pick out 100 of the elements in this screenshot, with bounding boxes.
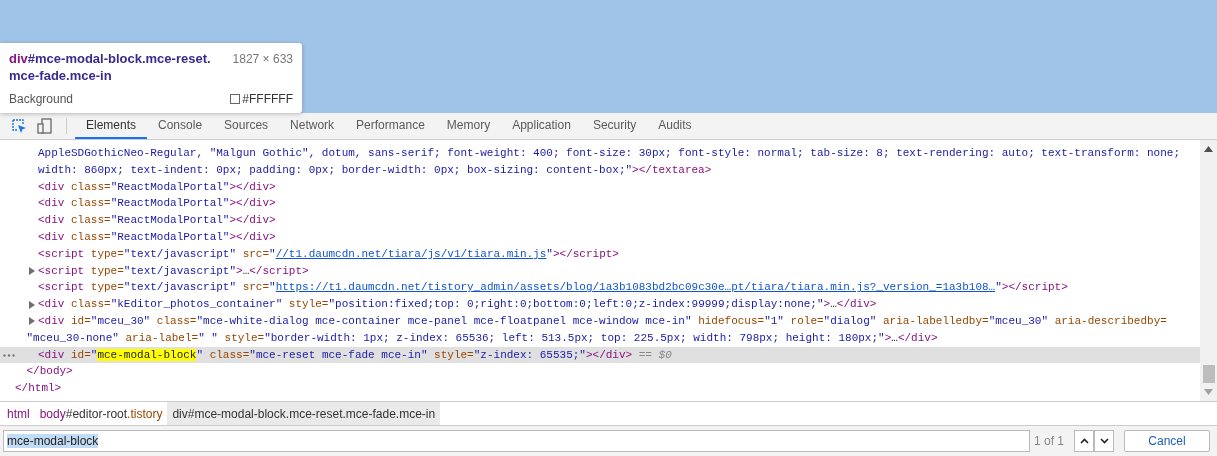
- breadcrumb[interactable]: html: [2, 402, 35, 425]
- tag-name: ></div>: [229, 197, 276, 210]
- attribute-name: id=: [70, 314, 91, 327]
- scroll-thumb[interactable]: [1202, 365, 1215, 383]
- attribute-value: " ": [198, 331, 218, 344]
- more-icon[interactable]: [3, 353, 15, 357]
- attribute-name: src=: [241, 247, 270, 260]
- attribute-name: style=: [287, 298, 329, 311]
- panel-tab[interactable]: Elements: [75, 113, 148, 139]
- tag-name: </body>: [26, 365, 73, 378]
- panel-tab[interactable]: Memory: [435, 113, 502, 139]
- attribute-value: width: 860px; text-indent: 0px; padding: 0px; border-width: 0px; box-sizing: content-box;": [38, 163, 633, 176]
- panel-tab[interactable]: Performance: [345, 113, 436, 139]
- attribute-value: "ReactModalPortal": [110, 231, 230, 243]
- dom-node-row[interactable]: <div class="ReactModalPortal"></div>: [0, 195, 1200, 213]
- tag-name: >: [236, 264, 243, 277]
- tag-name: ></script>: [1001, 281, 1068, 294]
- scrollbar[interactable]: [1200, 140, 1217, 401]
- attribute-value: "mceu_30": [90, 314, 151, 327]
- next-match-button[interactable]: [1094, 430, 1114, 452]
- attribute-value: "ReactModalPortal": [110, 197, 230, 210]
- attribute-name: class=: [70, 298, 111, 311]
- expand-arrow-icon[interactable]: [29, 300, 35, 309]
- attribute-value: ": [995, 281, 1002, 294]
- url-link[interactable]: //t1.daumcdn.net/tiara/js/v1/tiara.min.js: [275, 247, 547, 260]
- expand-arrow-icon[interactable]: [29, 267, 35, 276]
- element-size: 1827 × 633: [232, 51, 293, 68]
- panel-tab[interactable]: Application: [501, 113, 582, 139]
- attribute-name: style=: [433, 348, 474, 361]
- attribute-name: class=: [70, 231, 111, 243]
- tag-name: </script>: [249, 264, 309, 277]
- cancel-button[interactable]: Cancel: [1124, 430, 1210, 452]
- dom-node-row[interactable]: <script type="text/javascript" src="https://t1.daumcdn.net/tistory_admin/assets/blog/1a3b1083bd2bc09c30e…pt/tiara/tiara.min.js?_version_=1a3b108…"></script>: [0, 279, 1200, 297]
- tag-name: <div: [38, 348, 65, 361]
- attribute-name: class=: [70, 214, 111, 227]
- attribute-value: "border-width: 1px; z-index: 65536; left: 513.5px; top: 225.5px; width: 798px; height: 180px;": [264, 331, 885, 344]
- tag-name: >: [823, 298, 831, 311]
- tag-name: <script: [38, 281, 85, 294]
- expand-arrow-icon[interactable]: [29, 317, 35, 326]
- dom-node-row[interactable]: AppleSDGothicNeo-Regular, "Malgun Gothic", dotum, sans-serif; font-weight: 400; font-size: 30px; font-style: normal; tab-size: 8; text-rendering: auto; text-transform: none;: [0, 145, 1200, 162]
- dom-node-row[interactable]: <div class="ReactModalPortal"></div>: [0, 178, 1200, 196]
- attribute-value: "text/javascript": [123, 247, 237, 260]
- dom-node-row[interactable]: <div id="mce-modal-block" class="mce-reset mce-fade mce-in" style="z-index: 65535;"></div> == $0: [0, 346, 1200, 364]
- attribute-value: ": [90, 348, 98, 361]
- url-link[interactable]: https://t1.daumcdn.net/tistory_admin/assets/blog/1a3b1083bd2bc09c30e…pt/tiara/tiara.min.js?_version_=1a3b108…: [275, 281, 996, 294]
- attribute-value: "position:fixed;top: 0;right:0;bottom:0;left:0;z-index:99999;display:none;": [328, 298, 824, 311]
- panel-tab[interactable]: Security: [581, 113, 648, 139]
- dom-node-row[interactable]: <div id="mceu_30" class="mce-white-dialog mce-container mce-panel mce-floatpanel mce-window mce-in" hidefocus="1" role="dialog" aria-labelledby="mceu_30" aria-describedby=: [0, 312, 1200, 330]
- tag-name: <div: [38, 197, 65, 210]
- panel-tab[interactable]: Console: [147, 113, 214, 139]
- tag-name: <div: [38, 214, 65, 227]
- tag-name: >: [884, 331, 892, 344]
- caret-up-icon: [1079, 438, 1089, 444]
- attribute-name: class=: [70, 180, 111, 193]
- attribute-value: "z-index: 65535;": [473, 348, 586, 361]
- attribute-name: type=: [89, 281, 124, 294]
- attribute-value: ": [546, 247, 553, 260]
- search-match: mce-modal-block: [97, 348, 197, 361]
- attribute-name: class=: [155, 314, 197, 327]
- attribute-name: class=: [70, 197, 111, 210]
- tag-name: <div: [38, 314, 65, 327]
- attribute-value: "mce-reset mce-fade mce-in": [249, 348, 428, 361]
- breadcrumb[interactable]: div#mce-modal-block.mce-reset.mce-fade.mce-in: [167, 402, 441, 425]
- attribute-name: id=: [70, 348, 91, 361]
- previous-match-button[interactable]: [1074, 430, 1094, 452]
- attribute-name: src=: [241, 281, 270, 294]
- dom-node-row[interactable]: <div class="ReactModalPortal"></div>: [0, 212, 1200, 229]
- dom-node-row[interactable]: <script type="text/javascript" src="//t1.daumcdn.net/tiara/js/v1/tiara.min.js"></script>: [0, 245, 1200, 263]
- attribute-value: "text/javascript": [123, 264, 237, 277]
- attribute-name: style=: [223, 331, 265, 344]
- tag-name: <div: [38, 231, 65, 243]
- scroll-up-icon[interactable]: [1204, 146, 1213, 152]
- console-reference: == $0: [637, 348, 672, 361]
- match-count: 1 of 1: [1033, 434, 1065, 448]
- dom-node-row[interactable]: <div class="kEditor_photos_container" style="position:fixed;top: 0;right:0;bottom:0;left:0;z-index:99999;display:none;">…</div>: [0, 296, 1200, 313]
- attribute-name: role=: [789, 314, 824, 327]
- element-selector: div#mce-modal-block.mce-reset. mce-fade.mce-in: [9, 50, 211, 84]
- tag-name: ></script>: [552, 247, 619, 260]
- search-field[interactable]: mce-modal-block: [3, 430, 1030, 452]
- panel-tab[interactable]: Audits: [647, 113, 703, 139]
- breadcrumb[interactable]: body#editor-root.tistory: [34, 402, 168, 425]
- dom-node-row[interactable]: width: 860px; text-indent: 0px; padding: 0px; border-width: 0px; box-sizing: content-box;"></textarea>: [0, 161, 1200, 179]
- tag-name: ></div>: [585, 348, 633, 361]
- attribute-value: "dialog": [823, 314, 877, 327]
- tag-name: </div>: [836, 298, 877, 311]
- dom-node-row[interactable]: <script type="text/javascript">…</script>: [0, 262, 1200, 280]
- attribute-value: "ReactModalPortal": [110, 180, 230, 193]
- dom-node-row[interactable]: <div class="ReactModalPortal"></div>: [0, 229, 1200, 246]
- caret-down-icon: [1099, 438, 1109, 444]
- tag-name: </div>: [897, 331, 938, 344]
- attribute-name: class=: [208, 348, 250, 361]
- color-value: #FFFFFF: [242, 92, 293, 106]
- panel-tab[interactable]: Sources: [213, 113, 280, 139]
- attribute-name: aria-describedby=: [1053, 314, 1167, 327]
- color-swatch: [230, 94, 241, 104]
- dom-node-row[interactable]: "mceu_30-none" aria-label=" " style="border-width: 1px; z-index: 65536; left: 513.5px; top: 225.5px; width: 798px; height: 180px;">…</div>: [0, 329, 1200, 347]
- code-text: …: [242, 264, 250, 277]
- tag-name: <div: [38, 180, 65, 193]
- panel-tab[interactable]: Network: [279, 113, 346, 139]
- attribute-value: AppleSDGothicNeo-Regular, "Malgun Gothic", dotum, sans-serif; font-weight: 400; font-size: 30px; font-style: normal; tab-size: 8; text-rendering: auto; text-transform: none;: [38, 147, 1180, 159]
